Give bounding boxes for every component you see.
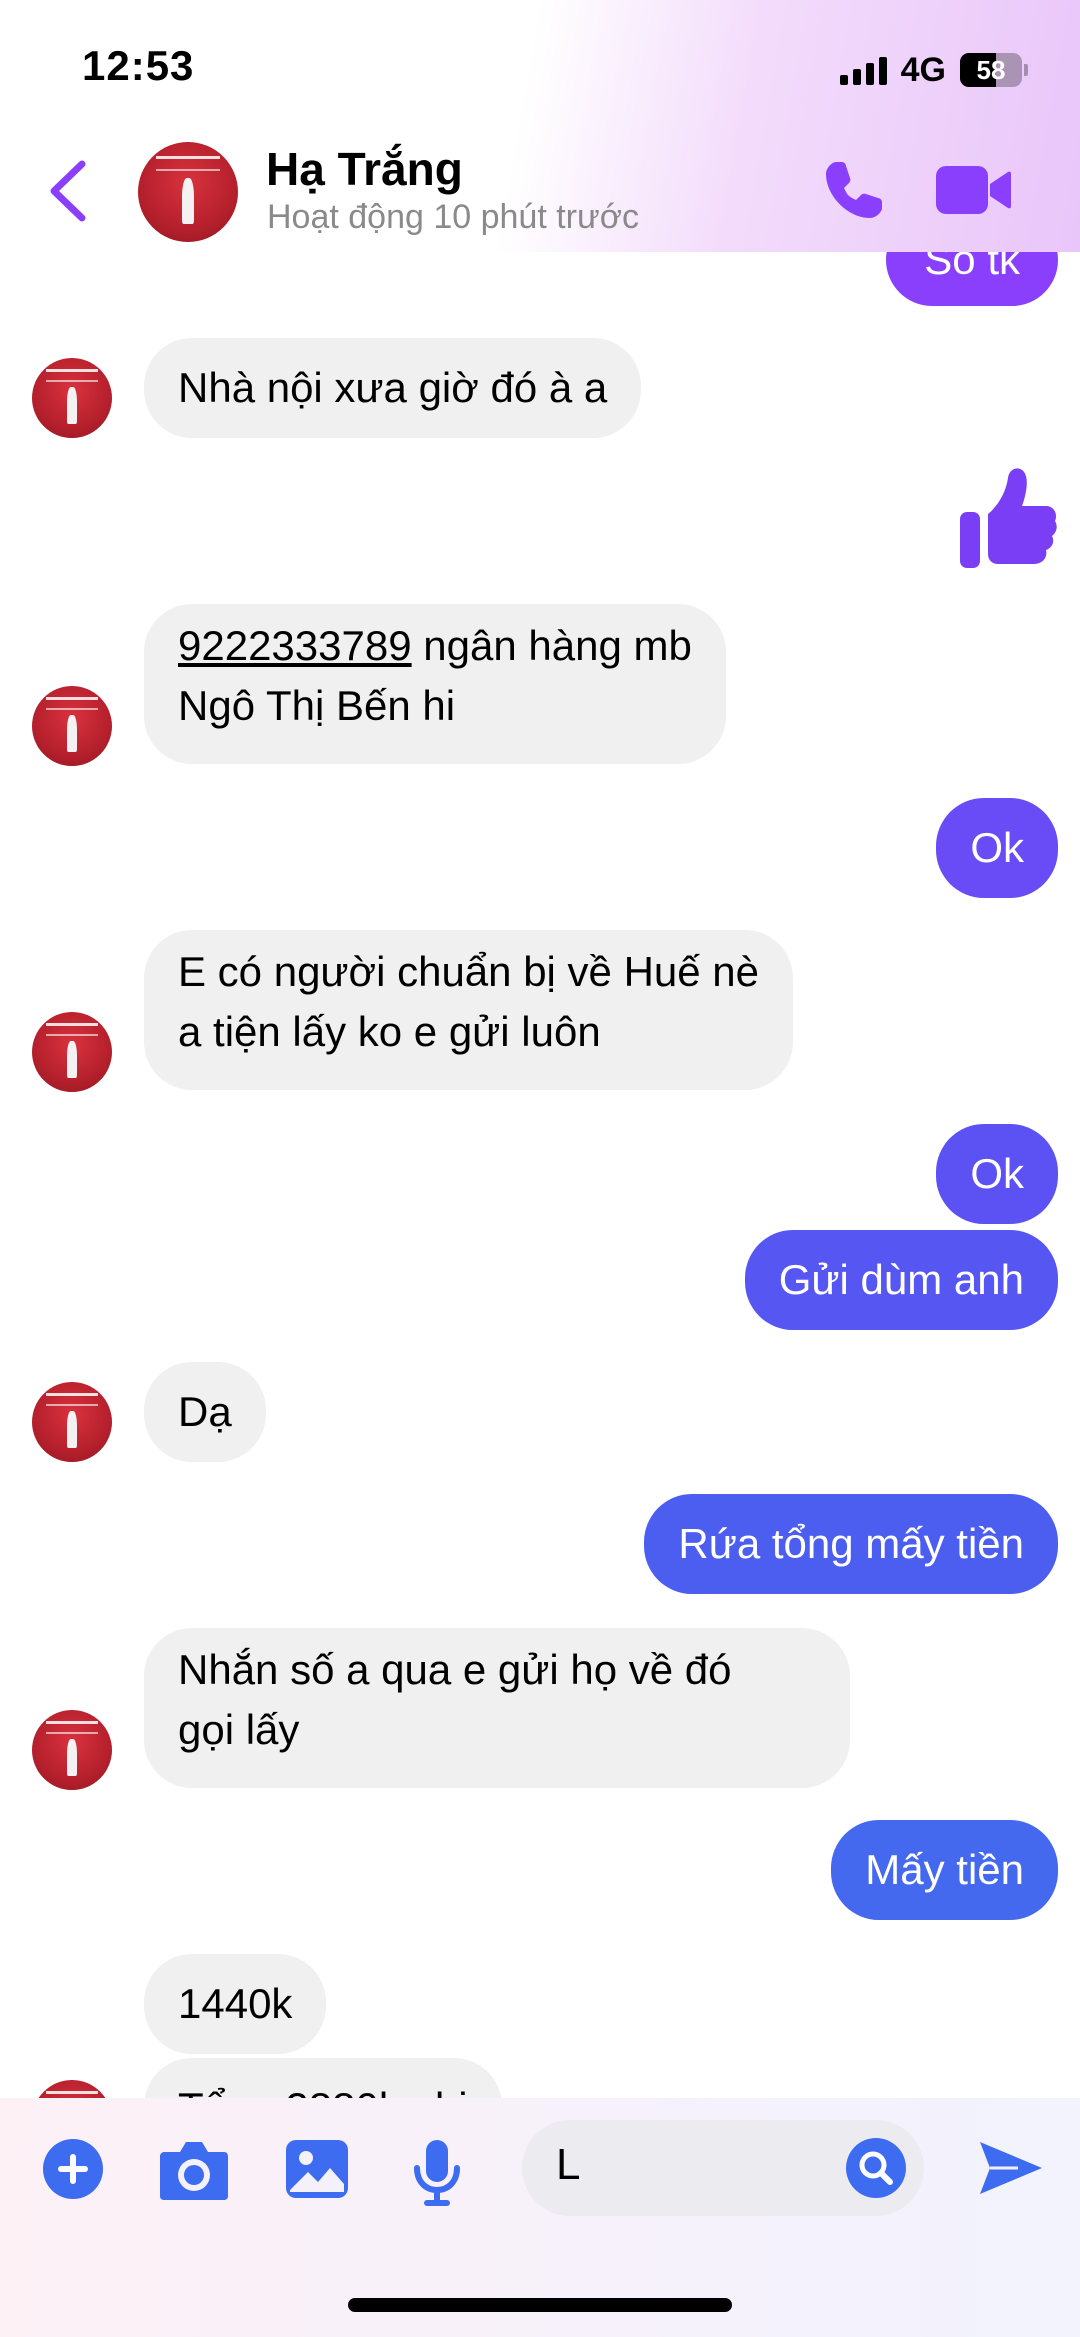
message-bubble-outgoing[interactable]: Rứa tổng mấy tiền (644, 1494, 1058, 1594)
phone-icon[interactable] (822, 158, 886, 222)
video-camera-icon[interactable] (934, 162, 1012, 218)
send-icon[interactable] (978, 2138, 1044, 2198)
message-list[interactable]: Số tk Nhà nội xưa giờ đó à a 9222333789 … (0, 0, 1080, 2100)
contact-avatar[interactable] (32, 2080, 112, 2100)
thumbs-up-icon[interactable] (958, 466, 1058, 572)
message-bubble-incoming[interactable]: Dạ (144, 1362, 266, 1462)
message-bubble-incoming[interactable]: Tổng 2880k ahi (144, 2058, 502, 2100)
message-text: Dạ (178, 1388, 232, 1435)
message-bubble-incoming[interactable]: 1440k (144, 1954, 327, 2054)
message-bubble-incoming[interactable]: Nhắn số a qua e gửi họ về đó gọi lấy (144, 1628, 850, 1788)
message-bubble-outgoing[interactable]: Ok (936, 1124, 1058, 1224)
image-icon[interactable] (284, 2138, 350, 2200)
camera-icon[interactable] (158, 2138, 230, 2202)
search-icon[interactable] (846, 2138, 906, 2198)
home-indicator[interactable] (348, 2298, 732, 2312)
message-text: Nhắn số a qua e gửi họ về đó (178, 1646, 732, 1693)
contact-avatar[interactable] (32, 358, 112, 438)
message-text: Mấy tiền (865, 1846, 1024, 1893)
network-type: 4G (900, 50, 946, 89)
microphone-icon[interactable] (412, 2138, 462, 2208)
contact-name[interactable]: Hạ Trắng (266, 142, 463, 196)
message-text: a tiện lấy ko e gửi luôn (178, 1008, 601, 1055)
message-text: E có người chuẩn bị về Huế nè (178, 948, 760, 995)
status-indicators: 4G 58 (839, 48, 1028, 92)
message-bubble-outgoing[interactable]: Mấy tiền (831, 1820, 1058, 1920)
battery-percent: 58 (976, 55, 1006, 85)
chevron-left-icon[interactable] (44, 158, 94, 224)
message-text: Ok (970, 1150, 1024, 1197)
battery-icon: 58 (960, 53, 1022, 87)
message-text: Ok (970, 824, 1024, 871)
message-input-text: L (556, 2140, 581, 2189)
message-text: gọi lấy (178, 1706, 300, 1753)
message-input[interactable]: L (522, 2120, 924, 2216)
account-number-link[interactable]: 9222333789 (178, 622, 412, 669)
message-text: ngân hàng mb (411, 622, 692, 669)
activity-status: Hoạt động 10 phút trước (267, 198, 640, 236)
status-time: 12:53 (82, 42, 195, 89)
plus-circle-icon[interactable] (42, 2138, 104, 2200)
message-text: Gửi dùm anh (778, 1256, 1024, 1303)
contact-avatar[interactable] (32, 1710, 112, 1790)
message-text: Rứa tổng mấy tiền (678, 1520, 1024, 1567)
battery-tip (1024, 64, 1028, 76)
message-text: Ngô Thị Bến hi (178, 682, 456, 729)
message-bubble-outgoing[interactable]: Ok (936, 798, 1058, 898)
contact-avatar[interactable] (32, 1382, 112, 1462)
message-bubble-incoming[interactable]: Nhà nội xưa giờ đó à a (144, 338, 642, 438)
header-avatar[interactable] (138, 142, 238, 242)
message-text: 1440k (178, 1980, 293, 2027)
contact-avatar[interactable] (32, 1012, 112, 1092)
signal-icon (839, 55, 887, 85)
message-bubble-incoming[interactable]: E có người chuẩn bị về Huế nè a tiện lấy… (144, 930, 794, 1090)
message-text: Nhà nội xưa giờ đó à a (178, 364, 608, 411)
message-bubble-outgoing[interactable]: Gửi dùm anh (744, 1230, 1058, 1330)
contact-avatar[interactable] (32, 686, 112, 766)
message-bubble-incoming[interactable]: 9222333789 ngân hàng mb Ngô Thị Bến hi (144, 604, 726, 764)
